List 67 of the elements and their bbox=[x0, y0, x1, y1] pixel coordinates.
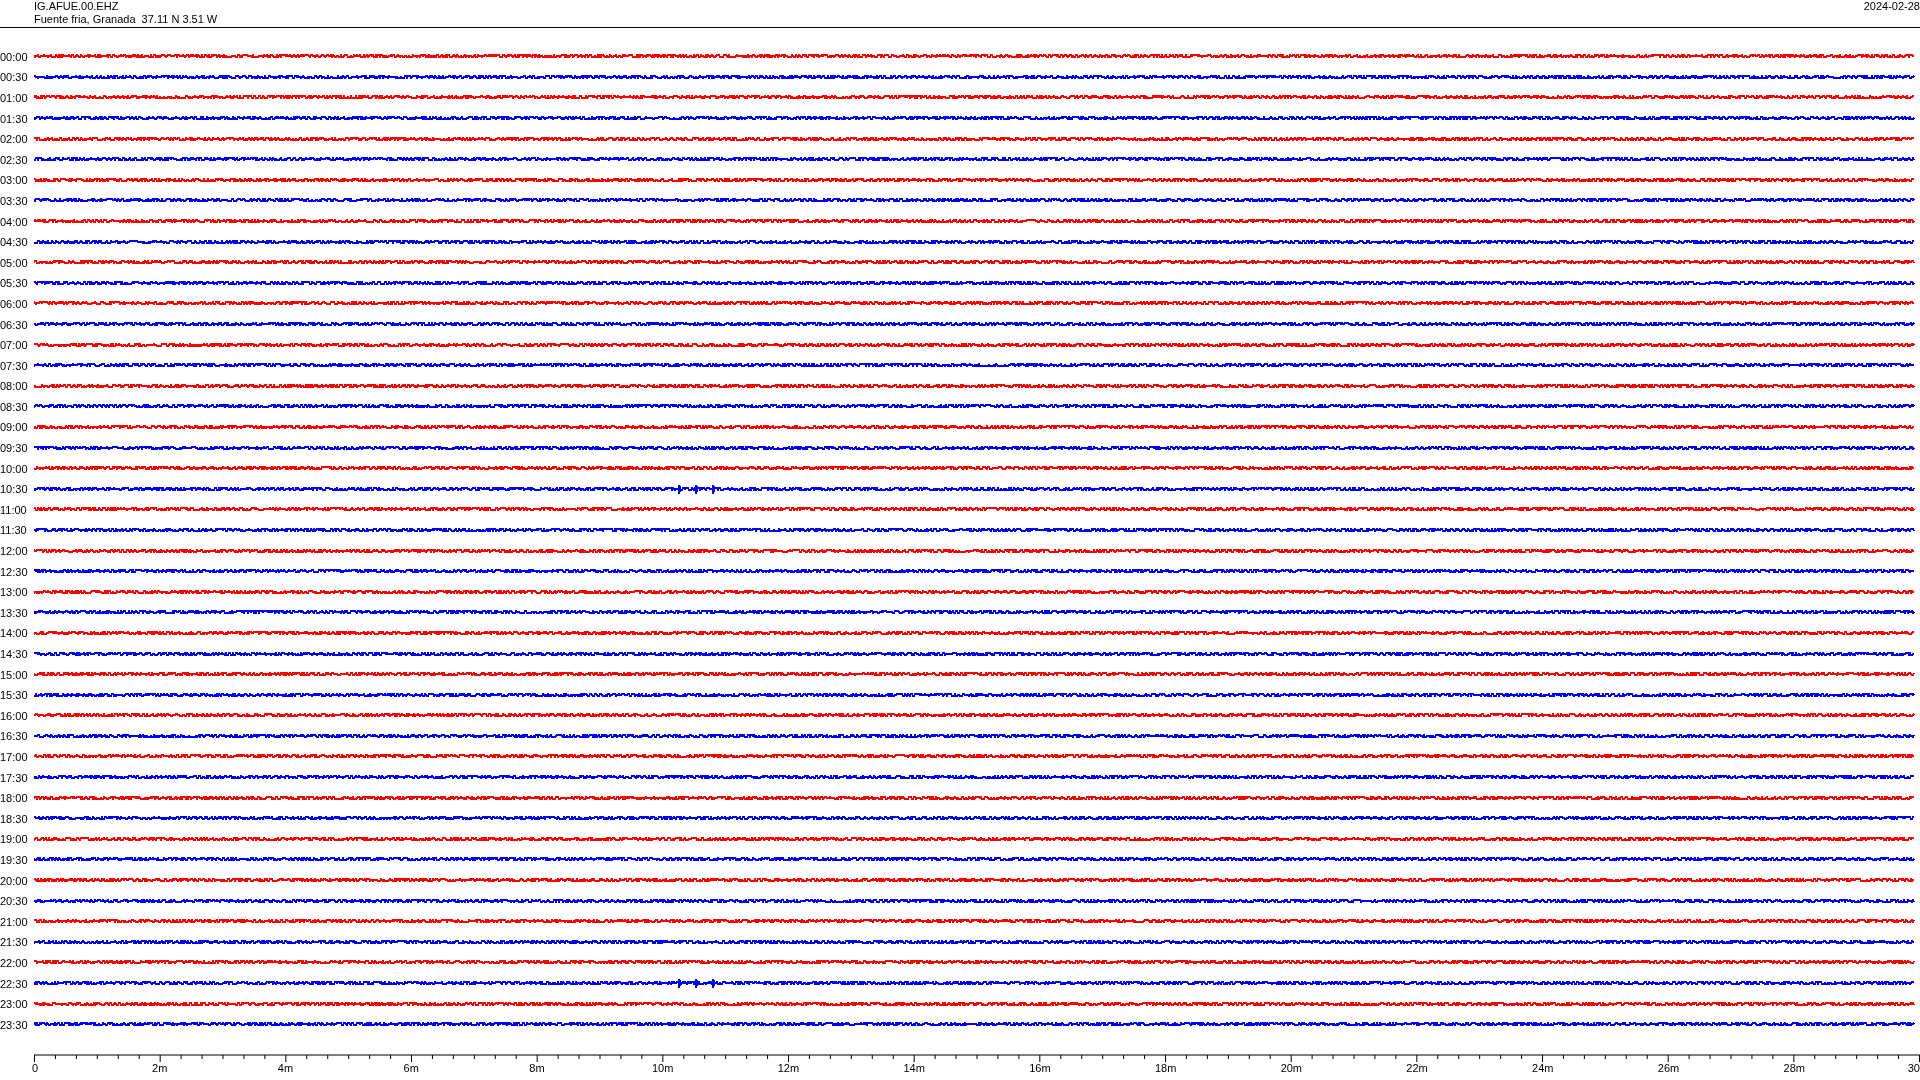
time-label: 17:00 bbox=[0, 751, 29, 763]
time-label: 21:00 bbox=[0, 915, 29, 928]
time-label: 20:30 bbox=[0, 895, 29, 908]
axis-tick-label: 30 bbox=[1907, 1062, 1920, 1074]
time-label: 13:00 bbox=[0, 586, 29, 599]
time-label: 11:30 bbox=[0, 524, 28, 537]
time-label: 03:30 bbox=[0, 194, 29, 207]
time-label: 00:00 bbox=[0, 50, 29, 63]
time-label: 00:30 bbox=[0, 71, 29, 84]
axis-tick-label: 8m bbox=[529, 1062, 545, 1074]
time-label: 23:00 bbox=[0, 998, 29, 1011]
time-label: 16:00 bbox=[0, 709, 29, 722]
time-label: 08:00 bbox=[0, 380, 29, 393]
time-label: 05:30 bbox=[0, 277, 29, 290]
time-label: 02:00 bbox=[0, 133, 29, 146]
axis-tick-label: 22m bbox=[1406, 1062, 1428, 1074]
time-label: 14:30 bbox=[0, 648, 29, 660]
time-label: 11:00 bbox=[0, 503, 28, 516]
time-label: 01:30 bbox=[0, 112, 29, 125]
time-label: 04:30 bbox=[0, 236, 29, 249]
time-label: 10:30 bbox=[0, 483, 29, 496]
time-label: 15:00 bbox=[0, 668, 29, 681]
time-label: 10:00 bbox=[0, 462, 29, 475]
time-label: 19:30 bbox=[0, 853, 29, 866]
axis-tick-label: 18m bbox=[1154, 1062, 1177, 1074]
axis-tick-label: 0 bbox=[32, 1062, 39, 1074]
time-label: 08:30 bbox=[0, 400, 29, 413]
time-label: 21:30 bbox=[0, 936, 29, 949]
time-label: 22:30 bbox=[0, 977, 29, 990]
time-label: 06:30 bbox=[0, 318, 29, 331]
axis-tick-label: 4m bbox=[277, 1062, 294, 1074]
axis-tick-label: 28m bbox=[1783, 1062, 1805, 1074]
time-label: 05:00 bbox=[0, 256, 29, 269]
time-label: 03:00 bbox=[0, 174, 29, 187]
axis-tick-label: 2m bbox=[152, 1062, 168, 1074]
time-label: 17:30 bbox=[0, 771, 29, 784]
time-label: 18:00 bbox=[0, 792, 29, 805]
date-label: 2024-02-28 bbox=[1863, 0, 1920, 14]
axis-tick-label: 6m bbox=[403, 1062, 419, 1074]
time-label: 02:30 bbox=[0, 153, 29, 166]
time-label: 01:00 bbox=[0, 92, 29, 104]
time-label: 12:30 bbox=[0, 565, 29, 578]
time-label: 22:00 bbox=[0, 956, 29, 969]
axis-tick-label: 20m bbox=[1280, 1062, 1303, 1074]
time-label: 13:30 bbox=[0, 606, 29, 619]
time-label: 06:00 bbox=[0, 297, 29, 310]
time-label: 23:30 bbox=[0, 1018, 29, 1031]
axis-tick-label: 26m bbox=[1657, 1062, 1680, 1074]
station-code: IG.AFUE.00.EHZ bbox=[34, 0, 120, 13]
station-location: Fuente fria, Granada 37.11 N 3.51 W bbox=[34, 13, 218, 26]
time-label: 04:00 bbox=[0, 215, 29, 228]
time-label: 12:00 bbox=[0, 545, 29, 558]
axis-tick-label: 12m bbox=[777, 1062, 800, 1074]
axis-tick-label: 10m bbox=[651, 1062, 674, 1074]
time-label: 15:30 bbox=[0, 689, 29, 702]
time-label: 07:30 bbox=[0, 359, 29, 372]
time-label: 07:00 bbox=[0, 339, 29, 352]
time-label: 20:00 bbox=[0, 874, 29, 887]
axis-tick-label: 14m bbox=[903, 1062, 925, 1074]
time-label: 09:00 bbox=[0, 421, 29, 434]
time-label: 19:00 bbox=[0, 833, 29, 846]
axis-tick-label: 16m bbox=[1029, 1062, 1051, 1074]
axis-tick-label: 24m bbox=[1532, 1062, 1554, 1074]
time-label: 16:30 bbox=[0, 730, 29, 743]
time-label: 18:30 bbox=[0, 812, 29, 825]
time-label: 14:00 bbox=[0, 627, 29, 640]
time-label: 09:30 bbox=[0, 442, 29, 455]
